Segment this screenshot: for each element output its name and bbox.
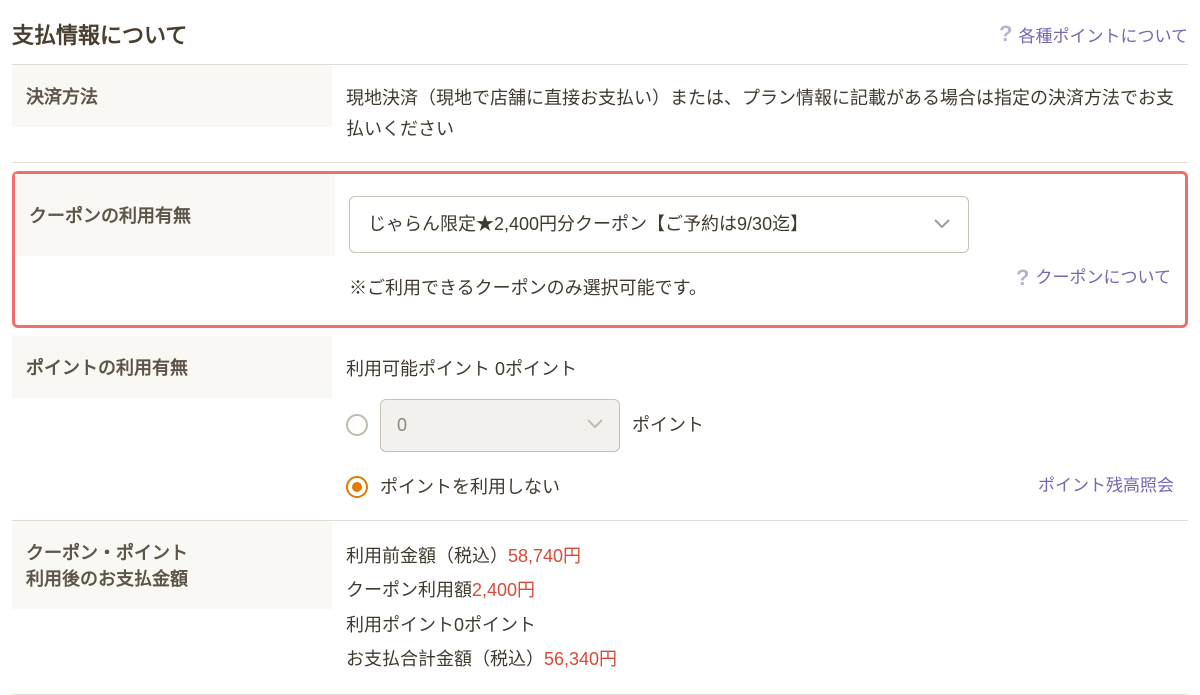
amount-before-value: 58,740円 <box>508 546 581 566</box>
points-help-link-label: 各種ポイントについて <box>1019 22 1189 47</box>
points-row: ポイントの利用有無 利用可能ポイント 0ポイント 0 ポイント <box>12 336 1188 521</box>
amount-before-label: 利用前金額（税込） <box>346 546 508 566</box>
payment-info-section: 支払情報について ? 各種ポイントについて 決済方法 現地決済（現地で店舗に直接… <box>12 12 1188 695</box>
radio-inner-dot <box>352 482 362 492</box>
coupon-note: ※ご利用できるクーポンのみ選択可能です。 <box>349 273 707 304</box>
question-icon: ? <box>1016 259 1029 296</box>
amount-total: お支払合計金額（税込）56,340円 <box>346 642 1174 676</box>
summary-row: クーポン・ポイント 利用後のお支払金額 利用前金額（税込）58,740円 クーポ… <box>12 521 1188 695</box>
coupon-select[interactable]: じゃらん限定★2,400円分クーポン【ご予約は9/30迄】 <box>349 196 969 253</box>
coupon-help-link[interactable]: ? クーポンについて <box>1016 259 1171 296</box>
summary-label-line1: クーポン・ポイント <box>26 543 188 563</box>
summary-value-cell: 利用前金額（税込）58,740円 クーポン利用額2,400円 利用ポイント0ポイ… <box>332 521 1188 694</box>
question-icon: ? <box>999 21 1012 47</box>
payment-method-text: 現地決済（現地で店舗に直接お支払い）または、プラン情報に記載がある場合は指定の決… <box>332 65 1188 162</box>
amount-coupon-label: クーポン利用額 <box>346 580 472 600</box>
amount-points-label: 利用ポイント <box>346 615 454 635</box>
section-header: 支払情報について ? 各種ポイントについて <box>12 12 1188 65</box>
points-bottom-row: ポイントを利用しない ポイント残高照会 <box>346 472 1174 503</box>
radio-checked-icon <box>346 476 368 498</box>
points-unit-label: ポイント <box>632 410 704 441</box>
points-available: 利用可能ポイント 0ポイント <box>346 354 1174 385</box>
amount-points-value: 0ポイント <box>454 615 536 635</box>
points-help-link[interactable]: ? 各種ポイントについて <box>999 21 1188 47</box>
payment-method-row: 決済方法 現地決済（現地で店舗に直接お支払い）または、プラン情報に記載がある場合… <box>12 65 1188 163</box>
summary-label: クーポン・ポイント 利用後のお支払金額 <box>12 521 332 609</box>
points-available-value: 0ポイント <box>495 359 577 379</box>
coupon-help-link-label: クーポンについて <box>1036 264 1172 293</box>
amount-total-value: 56,340円 <box>544 649 617 669</box>
amount-total-label: お支払合計金額（税込） <box>346 649 544 669</box>
points-nouse-label: ポイントを利用しない <box>380 472 560 503</box>
points-balance-link[interactable]: ポイント残高照会 <box>1038 472 1174 501</box>
coupon-label: クーポンの利用有無 <box>15 174 335 256</box>
amount-points: 利用ポイント0ポイント <box>346 608 1174 642</box>
summary-label-line2: 利用後のお支払金額 <box>26 569 188 589</box>
amount-coupon: クーポン利用額2,400円 <box>346 573 1174 607</box>
coupon-row: クーポンの利用有無 じゃらん限定★2,400円分クーポン【ご予約は9/30迄】 … <box>15 174 1185 325</box>
points-use-option[interactable]: 0 ポイント <box>346 399 1174 452</box>
points-amount-value: 0 <box>397 410 407 441</box>
amount-before: 利用前金額（税込）58,740円 <box>346 539 1174 573</box>
radio-unchecked-icon <box>346 414 368 436</box>
coupon-select-value: じゃらん限定★2,400円分クーポン【ご予約は9/30迄】 <box>368 209 808 240</box>
points-amount-select[interactable]: 0 <box>380 399 620 452</box>
points-label: ポイントの利用有無 <box>12 336 332 398</box>
coupon-value-cell: じゃらん限定★2,400円分クーポン【ご予約は9/30迄】 ※ご利用できるクーポ… <box>335 174 1185 325</box>
section-title: 支払情報について <box>12 18 187 50</box>
coupon-bottom-row: ※ご利用できるクーポンのみ選択可能です。 ? クーポンについて <box>349 253 1171 304</box>
chevron-down-icon <box>934 213 950 237</box>
chevron-down-icon <box>587 413 603 437</box>
points-available-prefix: 利用可能ポイント <box>346 359 495 379</box>
amount-coupon-value: 2,400円 <box>472 580 535 600</box>
points-value-cell: 利用可能ポイント 0ポイント 0 ポイント ポイントを利用しない <box>332 336 1188 520</box>
coupon-highlight-box: クーポンの利用有無 じゃらん限定★2,400円分クーポン【ご予約は9/30迄】 … <box>12 171 1188 328</box>
points-nouse-option[interactable]: ポイントを利用しない <box>346 472 560 503</box>
payment-method-label: 決済方法 <box>12 65 332 127</box>
